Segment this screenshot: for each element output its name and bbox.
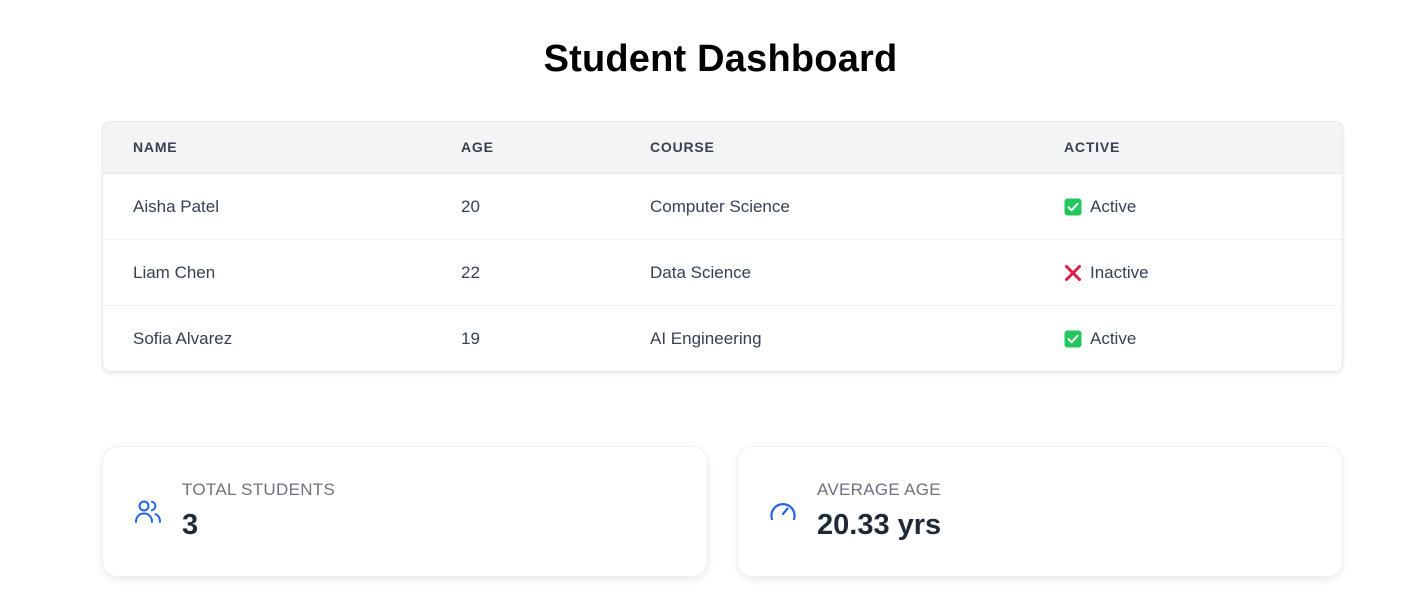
check-square-icon [1064, 330, 1082, 348]
stat-label: Total Students [182, 480, 336, 499]
student-age: 20 [461, 197, 480, 216]
status-label: Inactive [1090, 263, 1149, 282]
table-header: Name Age Course Active [103, 122, 1342, 174]
gauge-icon [768, 497, 798, 527]
average-age-card: Average Age 20.33 yrs [737, 446, 1343, 577]
column-header-course[interactable]: Course [650, 122, 715, 173]
stat-label: Average Age [817, 480, 941, 499]
status-label: Active [1090, 197, 1137, 216]
student-name: Sofia Alvarez [133, 329, 233, 348]
column-header-active[interactable]: Active [1064, 122, 1120, 173]
column-header-name[interactable]: Name [133, 122, 177, 173]
table-row[interactable]: Sofia Alvarez 19 AI Engineering Active [103, 306, 1342, 371]
table-row[interactable]: Liam Chen 22 Data Science Inactive [103, 240, 1342, 306]
total-students-card: Total Students 3 [102, 446, 708, 577]
table-row[interactable]: Aisha Patel 20 Computer Science Active [103, 174, 1342, 240]
student-name: Liam Chen [133, 263, 216, 282]
column-header-age[interactable]: Age [461, 122, 494, 173]
stat-value: 3 [182, 509, 199, 541]
dashboard-page: Student Dashboard Name Age Course Active… [0, 0, 1425, 593]
student-age: 22 [461, 263, 480, 282]
check-square-icon [1064, 198, 1082, 216]
student-age: 19 [461, 329, 480, 348]
student-name: Aisha Patel [133, 197, 219, 216]
student-course: Computer Science [650, 197, 790, 216]
student-status: Inactive [1064, 240, 1149, 305]
users-icon [133, 497, 163, 527]
student-status: Active [1064, 174, 1136, 239]
student-status: Active [1064, 306, 1136, 371]
status-label: Active [1090, 329, 1137, 348]
cross-icon [1064, 264, 1082, 282]
students-table: Name Age Course Active Aisha Patel 20 Co… [102, 121, 1343, 372]
student-course: AI Engineering [650, 329, 762, 348]
page-title: Student Dashboard [543, 38, 898, 80]
stat-value: 20.33 yrs [817, 509, 942, 541]
student-course: Data Science [650, 263, 752, 282]
